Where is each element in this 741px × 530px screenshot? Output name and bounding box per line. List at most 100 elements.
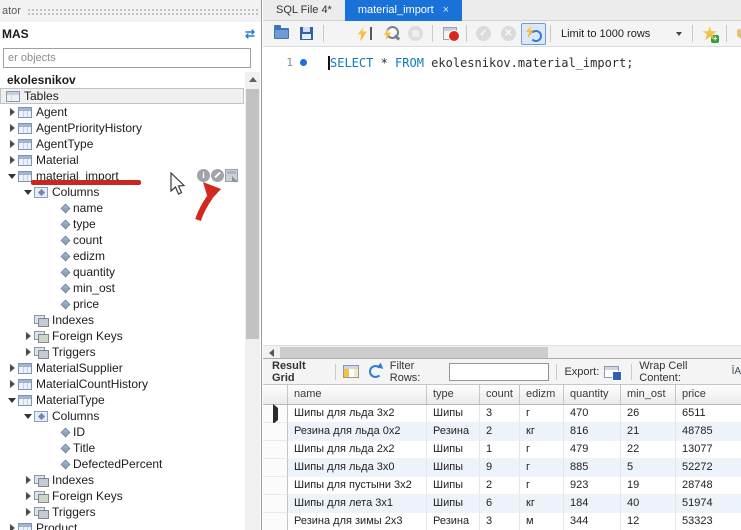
expand-arrow-icon[interactable] — [6, 106, 18, 118]
sql-editor[interactable]: 1 SELECT * FROM ekolesnikov.material_imp… — [263, 48, 741, 345]
grid-cell[interactable]: 52272 — [676, 459, 741, 477]
filter-objects-input[interactable] — [3, 48, 251, 68]
column-header-type[interactable]: type — [427, 385, 480, 404]
grid-cell[interactable]: 3 — [480, 405, 520, 423]
tree-item-triggers[interactable]: Triggers — [0, 504, 244, 520]
tree-item-materialcounthistory[interactable]: MaterialCountHistory — [0, 376, 244, 392]
grid-cell[interactable]: 21 — [621, 423, 676, 441]
column-header-quantity[interactable]: quantity — [564, 385, 621, 404]
filter-rows-input[interactable] — [449, 363, 549, 381]
export-icon[interactable] — [604, 366, 619, 378]
grid-cell[interactable]: Резина для зимы 2x3 — [288, 513, 427, 530]
tree-item-title[interactable]: Title — [0, 440, 244, 456]
tree-item-min-ost[interactable]: min_ost — [0, 280, 244, 296]
limit-rows-dropdown[interactable]: Limit to 1000 rows — [555, 24, 688, 44]
tree-item-price[interactable]: price — [0, 296, 244, 312]
refresh-grid-icon[interactable] — [369, 365, 382, 378]
row-marker-cell[interactable] — [263, 513, 288, 530]
tree-item-foreign-keys[interactable]: Foreign Keys — [0, 328, 244, 344]
row-marker-cell[interactable] — [263, 495, 288, 513]
collapse-arrow-icon[interactable] — [22, 186, 34, 198]
grid-cell[interactable]: 470 — [564, 405, 621, 423]
grid-cell[interactable]: г — [520, 477, 564, 495]
tree-item-type[interactable]: type — [0, 216, 244, 232]
expand-arrow-icon[interactable] — [6, 154, 18, 166]
grid-cell[interactable]: 48785 — [676, 423, 741, 441]
grid-cell[interactable]: 28748 — [676, 477, 741, 495]
grid-cell[interactable]: Шипы — [427, 441, 480, 459]
stop-query-button[interactable] — [403, 23, 428, 45]
tree-item-materialsupplier[interactable]: MaterialSupplier — [0, 360, 244, 376]
grid-cell[interactable]: г — [520, 441, 564, 459]
tree-item-id[interactable]: ID — [0, 424, 244, 440]
column-header-price[interactable]: price — [676, 385, 741, 404]
tree-item-columns[interactable]: Columns — [0, 408, 244, 424]
grid-cell[interactable]: Шипы для пустыни 3x2 — [288, 477, 427, 495]
tree-item-count[interactable]: count — [0, 232, 244, 248]
expand-arrow-icon[interactable] — [6, 362, 18, 374]
grid-cell[interactable]: кг — [520, 495, 564, 513]
tree-item-edizm[interactable]: edizm — [0, 248, 244, 264]
table-info-icon[interactable] — [197, 169, 210, 182]
expand-arrow-icon[interactable] — [22, 346, 34, 358]
column-header-min-ost[interactable]: min_ost — [621, 385, 676, 404]
hscrollbar-thumb[interactable] — [280, 347, 548, 358]
tree-item-quantity[interactable]: quantity — [0, 264, 244, 280]
tree-item-indexes[interactable]: Indexes — [0, 312, 244, 328]
grid-cell[interactable]: 2 — [480, 423, 520, 441]
grid-cell[interactable]: кг — [520, 423, 564, 441]
grid-cell[interactable]: Шипы для льда 3x0 — [288, 459, 427, 477]
explain-button[interactable] — [378, 23, 403, 45]
grid-cell[interactable]: 26 — [621, 405, 676, 423]
commit-button[interactable] — [471, 23, 496, 45]
close-tab-icon[interactable]: × — [443, 5, 449, 16]
save-snippet-button[interactable]: + — [697, 23, 722, 45]
grid-cell[interactable]: Резина — [427, 423, 480, 441]
expand-arrow-icon[interactable] — [6, 378, 18, 390]
grid-cell[interactable]: 344 — [564, 513, 621, 530]
grid-cell[interactable]: 19 — [621, 477, 676, 495]
expand-arrow-icon[interactable] — [22, 506, 34, 518]
grid-cell[interactable]: 13077 — [676, 441, 741, 459]
grid-cell[interactable]: 5 — [621, 459, 676, 477]
tree-item-product[interactable]: Product — [0, 520, 244, 530]
tab-sql-file-4-[interactable]: SQL File 4* — [263, 0, 345, 21]
grid-cell[interactable]: Шипы — [427, 495, 480, 513]
open-script-button[interactable] — [269, 23, 294, 45]
grid-cell[interactable]: 40 — [621, 495, 676, 513]
grid-cell[interactable]: Резина для льда 0x2 — [288, 423, 427, 441]
column-header-name[interactable]: name — [288, 385, 427, 404]
toggle-stop-on-error-button[interactable] — [437, 23, 462, 45]
tree-item-defectedpercent[interactable]: DefectedPercent — [0, 456, 244, 472]
tree-item-tables[interactable]: Tables — [0, 88, 244, 104]
grid-cell[interactable]: 9 — [480, 459, 520, 477]
beautify-button[interactable] — [731, 23, 741, 45]
tree-item-triggers[interactable]: Triggers — [0, 344, 244, 360]
collapse-arrow-icon[interactable] — [6, 170, 18, 182]
scrollbar-thumb[interactable] — [246, 89, 259, 339]
row-marker-cell[interactable] — [263, 441, 288, 459]
grid-cell[interactable]: 885 — [564, 459, 621, 477]
row-marker-cell[interactable] — [263, 477, 288, 495]
grid-cell[interactable]: Шипы — [427, 405, 480, 423]
grid-cell[interactable]: 2 — [480, 477, 520, 495]
scroll-up-icon[interactable] — [245, 72, 260, 87]
tree-item-materialtype[interactable]: MaterialType — [0, 392, 244, 408]
scroll-left-icon[interactable] — [265, 347, 278, 358]
grid-cell[interactable]: Шипы — [427, 477, 480, 495]
tree-item-agentpriorityhistory[interactable]: AgentPriorityHistory — [0, 120, 244, 136]
grid-cell[interactable]: 6511 — [676, 405, 741, 423]
tab-material-import[interactable]: material_import× — [345, 0, 462, 21]
editor-hscrollbar[interactable] — [263, 345, 741, 358]
grid-cell[interactable]: 816 — [564, 423, 621, 441]
collapse-arrow-icon[interactable] — [6, 394, 18, 406]
execute-current-statement-button[interactable] — [353, 23, 378, 45]
tree-item-indexes[interactable]: Indexes — [0, 472, 244, 488]
collapse-arrow-icon[interactable] — [22, 410, 34, 422]
toggle-autocommit-button[interactable] — [521, 23, 546, 45]
grid-cell[interactable]: 6 — [480, 495, 520, 513]
grid-cell[interactable]: 479 — [564, 441, 621, 459]
tree-item-material-import[interactable]: material_import — [0, 168, 244, 184]
grid-cell[interactable]: Резина — [427, 513, 480, 530]
refresh-schemas-icon[interactable]: ⇄ — [245, 27, 255, 41]
